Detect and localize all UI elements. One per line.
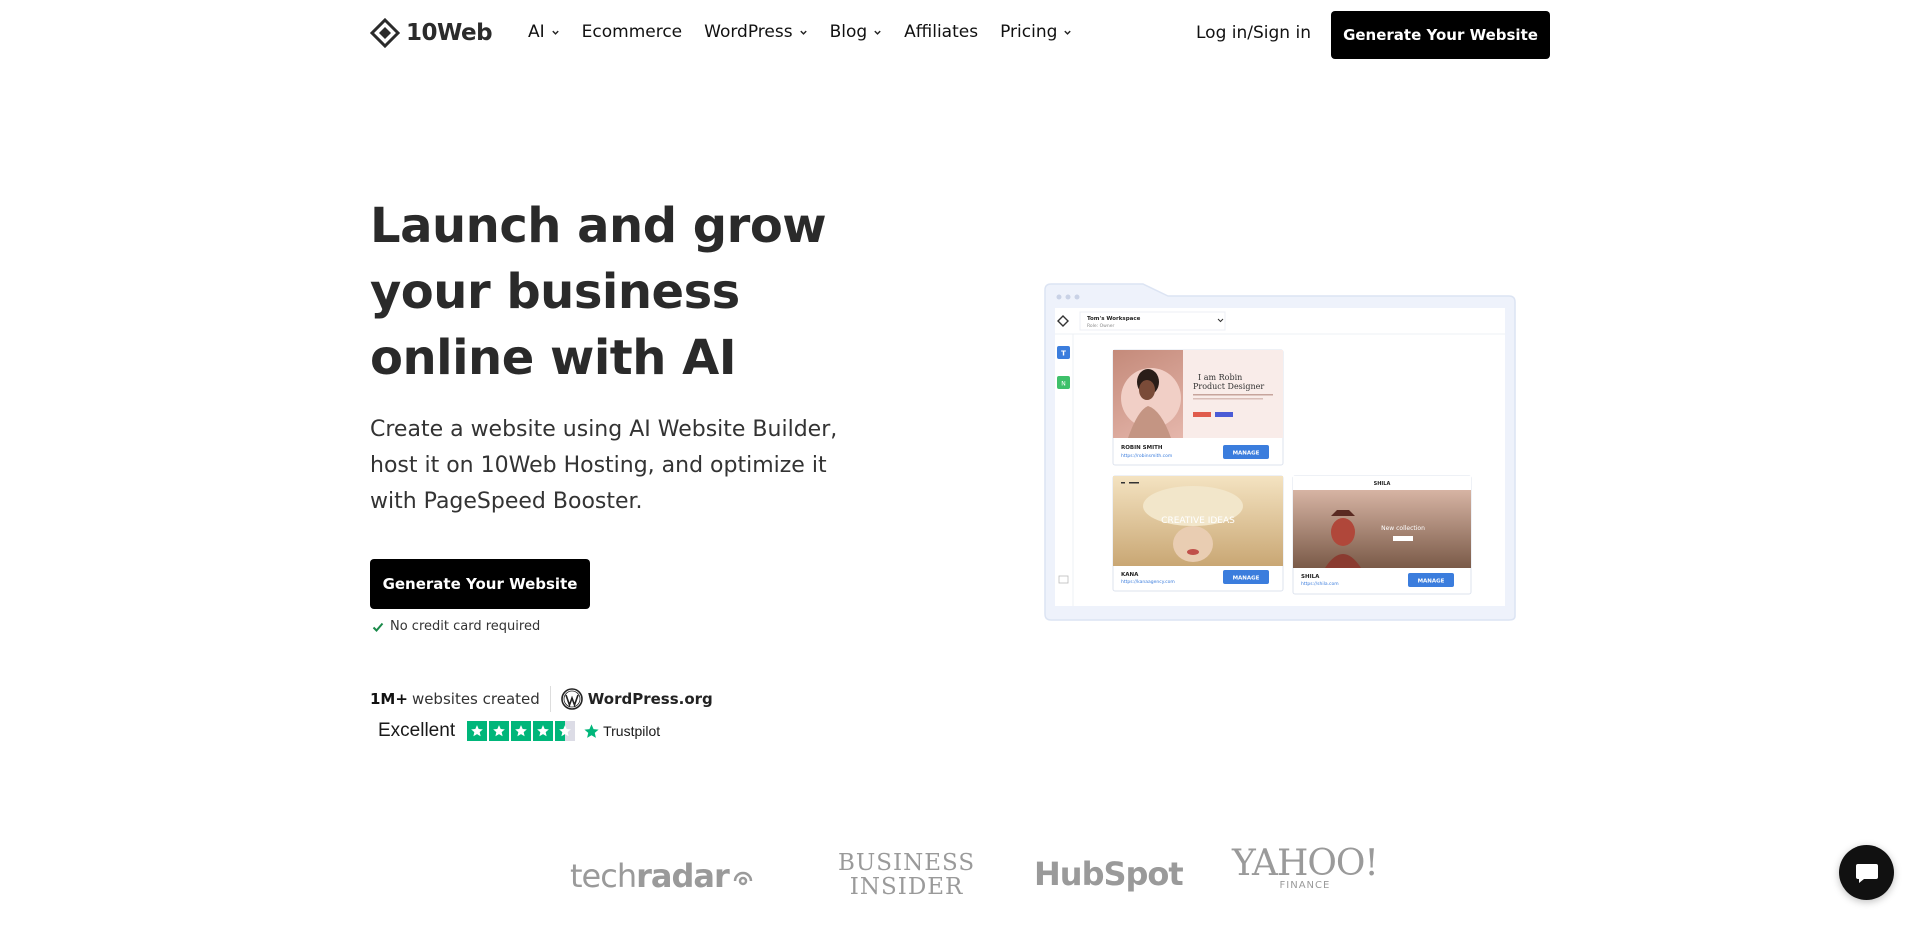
signal-icon — [733, 871, 753, 886]
social-proof: 1M+ websites created WordPress.org — [370, 686, 713, 712]
login-link[interactable]: Log in/Sign in — [1196, 23, 1311, 43]
business-insider-logo: BUSINESS INSIDER — [838, 850, 976, 900]
trust-stars — [467, 721, 576, 741]
chevron-down-icon — [551, 30, 559, 35]
hero-generate-button[interactable]: Generate Your Website — [370, 559, 590, 609]
hero-title-line: online with AI — [370, 330, 737, 386]
websites-created-text: websites created — [411, 690, 540, 708]
divider — [549, 686, 551, 712]
yahoo-finance-logo: YAHOO! FINANCE — [1232, 843, 1379, 891]
partner-name: WordPress.org — [587, 690, 713, 708]
hubspot-logo: HubSpot — [1034, 855, 1184, 893]
trustpilot-logo: Trustpilot — [583, 723, 660, 740]
card3-hero-text: New collection — [1381, 525, 1425, 532]
nav-item-ai[interactable]: AI — [528, 22, 560, 42]
brand-logo[interactable]: 10Web — [370, 18, 493, 48]
chevron-down-icon — [874, 30, 881, 35]
wordpress-icon — [560, 688, 583, 710]
svg-text:N: N — [1061, 381, 1066, 388]
websites-count: 1M+ — [370, 690, 408, 708]
dashboard-illustration: Tom's Workspace Role: Owner T N I am Rob… — [1044, 283, 1516, 621]
nav-item-wordpress[interactable]: WordPress — [704, 22, 807, 42]
nav-item-ecommerce[interactable]: Ecommerce — [582, 22, 683, 42]
card3-name: SHILA — [1301, 574, 1320, 580]
chevron-down-icon — [1064, 30, 1072, 35]
wordpress-org-logo: WordPress.org — [560, 688, 713, 710]
trustpilot-widget[interactable]: Excellent Trustpilot — [378, 720, 660, 742]
nav-item-label: Ecommerce — [581, 22, 683, 42]
card1-url: https://robinsmith.com — [1121, 453, 1172, 459]
brand-name: 10Web — [406, 20, 493, 46]
card2-hero-text: CREATIVE IDEAS — [1161, 516, 1235, 526]
star-icon — [511, 721, 532, 741]
checkmark-icon — [372, 622, 384, 632]
card3-brand: SHILA — [1374, 481, 1391, 487]
hero-title: Launch and grow your business online wit… — [370, 193, 890, 391]
nav-item-label: Pricing — [1000, 22, 1058, 42]
svg-text:T: T — [1061, 350, 1066, 358]
main-nav: AI Ecommerce WordPress Blog Affiliates P… — [528, 22, 1094, 42]
hero-title-line: Launch and grow — [370, 198, 827, 254]
techradar-logo: techradar — [570, 857, 755, 895]
nav-item-affiliates[interactable]: Affiliates — [904, 22, 978, 42]
card3-url: https://shila.com — [1301, 581, 1339, 587]
workspace-name: Tom's Workspace — [1087, 316, 1141, 322]
trustpilot-name: Trustpilot — [603, 723, 661, 739]
card3-manage-label: MANAGE — [1418, 579, 1445, 585]
card2-manage-label: MANAGE — [1233, 576, 1260, 582]
no-credit-card-note: No credit card required — [372, 619, 540, 634]
chevron-down-icon — [799, 30, 807, 35]
nav-item-pricing[interactable]: Pricing — [1000, 22, 1072, 42]
10web-logo-icon — [370, 18, 400, 48]
nav-item-label: Affiliates — [904, 22, 979, 42]
card1-title-line2: Product Designer — [1193, 382, 1264, 391]
press-logos: techradar BUSINESS INSIDER HubSpot YAHOO… — [0, 845, 1919, 905]
workspace-role: Role: Owner — [1087, 323, 1114, 329]
nav-item-label: AI — [528, 22, 545, 42]
card1-title-line1: I am Robin — [1198, 373, 1242, 382]
header-generate-button[interactable]: Generate Your Website — [1331, 11, 1550, 59]
star-icon — [467, 721, 488, 741]
card1-name: ROBIN SMITH — [1121, 445, 1163, 451]
chat-bubble-icon — [1855, 863, 1878, 883]
nav-item-label: WordPress — [704, 22, 793, 42]
nav-item-label: Blog — [829, 22, 868, 42]
card2-name: KANA — [1121, 572, 1139, 578]
trust-rating-label: Excellent — [378, 720, 456, 741]
star-icon — [533, 721, 554, 741]
star-icon — [489, 721, 510, 741]
trustpilot-star-icon — [584, 723, 599, 738]
card2-url: https://kanaagency.com — [1121, 579, 1175, 585]
nav-item-blog[interactable]: Blog — [830, 22, 883, 42]
half-star-icon — [555, 721, 576, 741]
site-header: 10Web AI Ecommerce WordPress Blog Affili… — [0, 0, 1919, 70]
hero-title-line: your business — [370, 264, 740, 320]
no-credit-card-text: No credit card required — [390, 619, 541, 634]
chat-button[interactable] — [1839, 845, 1894, 900]
card1-manage-label: MANAGE — [1233, 451, 1260, 457]
hero-subtitle: Create a website using AI Website Builde… — [370, 417, 838, 514]
